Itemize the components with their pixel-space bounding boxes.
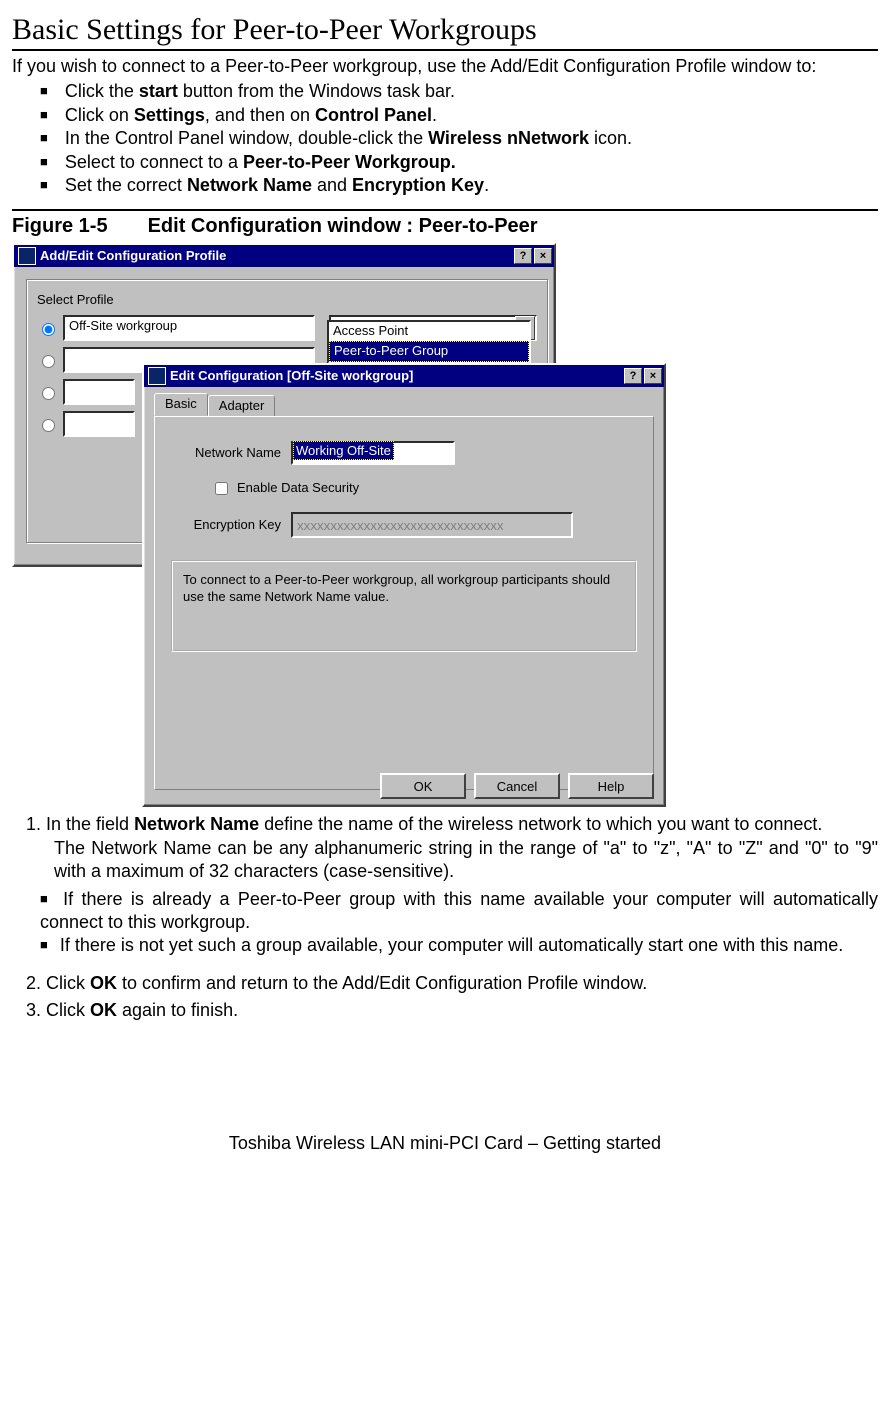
intro-text: If you wish to connect to a Peer-to-Peer… xyxy=(12,55,878,78)
bullet-item: If there is already a Peer-to-Peer group… xyxy=(40,888,878,935)
tab-basic[interactable]: Basic xyxy=(154,393,208,416)
step-item: Click OK to confirm and return to the Ad… xyxy=(46,972,878,995)
dialog-title: Edit Configuration [Off-Site workgroup] xyxy=(170,368,413,385)
dialog-titlebar[interactable]: Edit Configuration [Off-Site workgroup] … xyxy=(144,365,664,387)
enable-data-security-label: Enable Data Security xyxy=(237,480,359,497)
app-icon xyxy=(148,367,166,385)
profile-name-4[interactable] xyxy=(63,411,135,437)
bullet-item: Set the correct Network Name and Encrypt… xyxy=(40,174,878,197)
figure-image: Add/Edit Configuration Profile ? × Selec… xyxy=(12,243,672,803)
close-titlebar-button[interactable]: × xyxy=(534,248,552,264)
enable-data-security-checkbox[interactable] xyxy=(215,482,228,495)
close-titlebar-button[interactable]: × xyxy=(644,368,662,384)
profile-radio-3[interactable] xyxy=(42,387,55,400)
page-footer: Toshiba Wireless LAN mini-PCI Card – Get… xyxy=(12,1132,878,1155)
bullet-item: Click the start button from the Windows … xyxy=(40,80,878,103)
network-name-field[interactable]: Working Off-Site xyxy=(291,441,455,465)
figure-rule xyxy=(12,209,878,211)
mid-bullet-list: If there is already a Peer-to-Peer group… xyxy=(40,888,878,958)
dropdown-option-peer-to-peer[interactable]: Peer-to-Peer Group xyxy=(329,341,529,362)
help-titlebar-button[interactable]: ? xyxy=(624,368,642,384)
dropdown-option-access-point[interactable]: Access Point xyxy=(329,322,529,341)
profile-type-dropdown-list[interactable]: Access Point Peer-to-Peer Group xyxy=(327,320,531,364)
encryption-key-field[interactable] xyxy=(291,512,573,538)
page-title: Basic Settings for Peer-to-Peer Workgrou… xyxy=(12,10,878,51)
ok-button[interactable]: OK xyxy=(380,773,466,799)
numbered-steps-cont: Click OK to confirm and return to the Ad… xyxy=(12,972,878,1023)
encryption-key-label: Encryption Key xyxy=(171,517,281,534)
step-subtext: The Network Name can be any alphanumeric… xyxy=(54,837,878,884)
help-titlebar-button[interactable]: ? xyxy=(514,248,532,264)
tab-adapter[interactable]: Adapter xyxy=(208,395,276,418)
bullet-item: Click on Settings, and then on Control P… xyxy=(40,104,878,127)
bullet-item: If there is not yet such a group availab… xyxy=(40,934,878,957)
numbered-steps: In the field Network Name define the nam… xyxy=(12,813,878,883)
dialog-title: Add/Edit Configuration Profile xyxy=(40,248,226,265)
step-item: Click OK again to finish. xyxy=(46,999,878,1022)
profile-name-3[interactable] xyxy=(63,379,135,405)
figure-caption: Figure 1-5Edit Configuration window : Pe… xyxy=(12,213,878,239)
bullet-item: In the Control Panel window, double-clic… xyxy=(40,127,878,150)
step-item: In the field Network Name define the nam… xyxy=(46,813,878,883)
info-box: To connect to a Peer-to-Peer workgroup, … xyxy=(171,560,637,652)
profile-radio-2[interactable] xyxy=(42,355,55,368)
dialog-titlebar[interactable]: Add/Edit Configuration Profile ? × xyxy=(14,245,554,267)
bullet-item: Select to connect to a Peer-to-Peer Work… xyxy=(40,151,878,174)
profile-radio-1[interactable] xyxy=(42,323,55,336)
help-button[interactable]: Help xyxy=(568,773,654,799)
profile-name-1[interactable]: Off-Site workgroup xyxy=(63,315,315,341)
top-bullet-list: Click the start button from the Windows … xyxy=(40,80,878,197)
cancel-button[interactable]: Cancel xyxy=(474,773,560,799)
edit-configuration-dialog: Edit Configuration [Off-Site workgroup] … xyxy=(142,363,666,807)
group-label: Select Profile xyxy=(37,292,114,307)
profile-radio-4[interactable] xyxy=(42,419,55,432)
tab-pane-basic: Network Name Working Off-Site Enable Dat… xyxy=(154,416,654,790)
app-icon xyxy=(18,247,36,265)
network-name-label: Network Name xyxy=(171,445,281,462)
